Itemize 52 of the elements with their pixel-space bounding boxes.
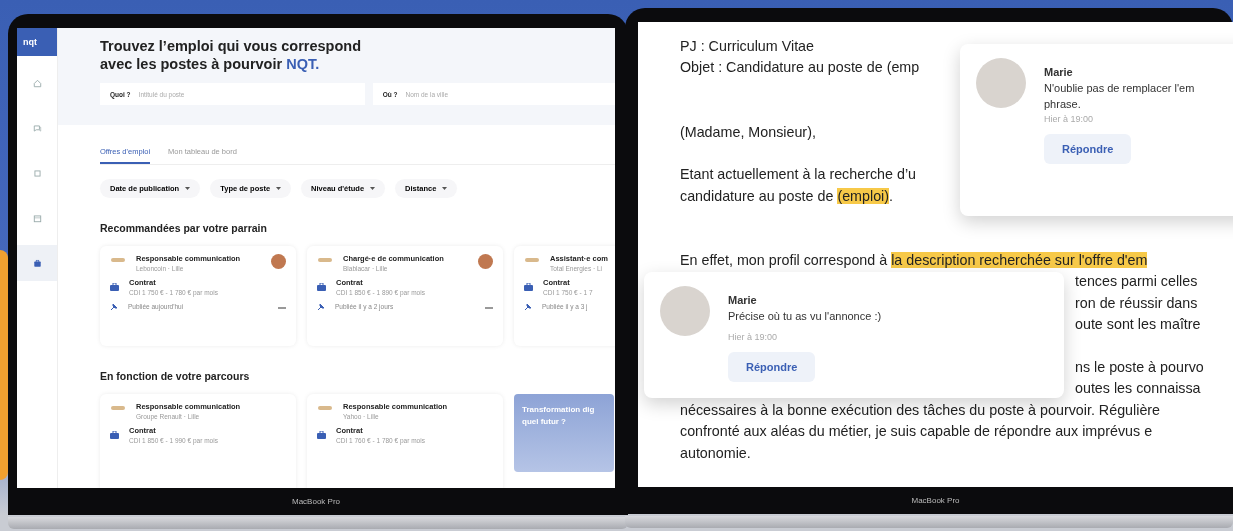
pin-icon: [317, 302, 325, 311]
letter-text: ron de réussir dans: [1075, 294, 1198, 311]
letter-text: candidature au poste de: [680, 187, 835, 204]
letter-text: ns le poste à pourvo: [1075, 359, 1204, 375]
comment-author: Marie: [1044, 66, 1074, 78]
letter-text: tences parmi celles: [1075, 273, 1198, 290]
briefcase-icon: [317, 283, 326, 291]
letter-text: PJ : Curriculum Vitae: [680, 38, 814, 54]
comment-text: phrase.: [1044, 98, 1082, 110]
chat-icon: [32, 123, 42, 133]
promo-title: Transformation dig: [522, 404, 596, 416]
letter-text: oute sont les maître: [1075, 316, 1201, 333]
caret-icon: [276, 187, 282, 190]
highlighted-text: (emploi): [837, 187, 890, 204]
highlighted-text: la description recherchée sur l'offre d'em: [891, 252, 1148, 268]
letter-text: Etant actuellement à la recherche d’u: [680, 166, 917, 183]
comment-time: Hier à 19:00: [1044, 114, 1095, 124]
app-logo: nqt: [17, 28, 57, 56]
pin-icon: [524, 302, 532, 311]
home-icon: [32, 78, 42, 88]
reply-button[interactable]: Répondre: [1044, 134, 1132, 164]
comment-author: Marie: [728, 294, 758, 306]
section-heading: En fonction de votre parcours: [100, 370, 251, 382]
comment-time: Hier à 19:00: [728, 332, 779, 342]
caret-icon: [442, 187, 448, 190]
briefcase-icon: [110, 431, 119, 439]
briefcase-icon: [110, 283, 119, 291]
letter-text: En effet, mon profil correspond à: [680, 252, 889, 268]
briefcase-icon: [524, 283, 533, 291]
page-title: Trouvez l’emploi qui vous correspond avec les postes à pourvoir NQT.: [100, 37, 363, 73]
section-heading: Recommandées par votre parrain: [100, 222, 268, 234]
letter-text: nécessaires à la bonne exécution des tâches du poste à pourvoir. Régulière: [680, 401, 1161, 418]
avatar-photo: [976, 58, 1026, 108]
letter-text: outes les connaissa: [1075, 380, 1201, 397]
promo-title: quel futur ?: [522, 416, 567, 428]
letter-text: Objet : Candidature au poste de (emp: [680, 59, 920, 76]
caret-icon: [370, 187, 376, 190]
pin-icon: [110, 302, 118, 311]
laptop-caption: MacBook Pro: [910, 495, 961, 507]
comment-text: Précise où tu as vu l'annonce :): [728, 310, 882, 322]
comment-text: N'oublie pas de remplacer l'em: [1044, 82, 1195, 94]
reply-button[interactable]: Répondre: [728, 352, 816, 382]
letter-text: confronté aux aléas du métier, je suis capable de répondre aux imprévus e: [680, 423, 1153, 440]
letter-text: .: [889, 187, 893, 204]
caret-icon: [185, 187, 191, 190]
calendar-icon: [32, 213, 42, 223]
avatar-photo: [660, 286, 710, 336]
letter-text: autonomie.: [680, 444, 751, 461]
laptop-caption: MacBook Pro: [291, 496, 341, 508]
letter-text: (Madame, Monsieur),: [680, 123, 816, 140]
sidebar-item[interactable]: [17, 245, 57, 281]
briefcase-icon: [317, 431, 326, 439]
